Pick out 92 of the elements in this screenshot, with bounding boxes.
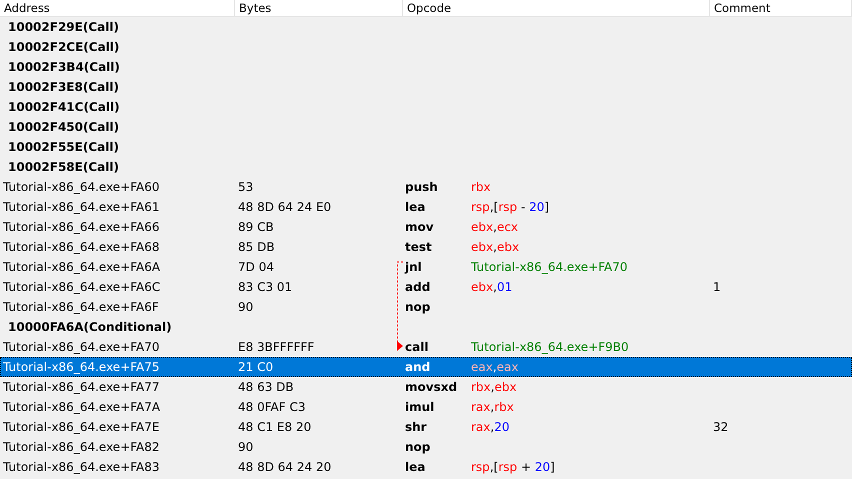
bytes-cell-text: 48 8D 64 24 20 xyxy=(237,460,332,474)
bytes-cell-text: 48 63 DB xyxy=(237,380,295,394)
listing-row[interactable]: Tutorial-x86_64.exe+FA70 E8 3BFFFFFF call Tutorial-x86_64.exe+F9B0 xyxy=(0,337,852,357)
column-header[interactable]: Address xyxy=(0,0,235,16)
bytes-cell-text: 83 C3 01 xyxy=(237,280,294,294)
reference-label: 10002F3B4(Call) xyxy=(7,60,121,74)
operands: Tutorial-x86_64.exe+FA70 xyxy=(471,260,628,274)
operands: rsp,[rsp - 20] xyxy=(471,200,550,214)
operands: ebx,ebx xyxy=(471,240,520,254)
listing-row[interactable]: Tutorial-x86_64.exe+FA60 53 push rbx xyxy=(0,177,852,197)
address-cell-text: Tutorial-x86_64.exe+FA7A xyxy=(2,400,162,414)
mnemonic: push xyxy=(405,180,439,194)
address-cell-text: Tutorial-x86_64.exe+FA68 xyxy=(2,240,161,254)
operands: ebx,01 xyxy=(471,280,512,294)
address-cell-text: Tutorial-x86_64.exe+FA60 xyxy=(2,180,161,194)
mnemonic: lea xyxy=(405,200,426,214)
mnemonic: call xyxy=(405,340,430,354)
bytes-cell-text: 53 xyxy=(237,180,254,194)
operands: Tutorial-x86_64.exe+F9B0 xyxy=(471,340,629,354)
listing-row[interactable]: Tutorial-x86_64.exe+FA6F 90 nop xyxy=(0,297,852,317)
comment-cell-text: 32 xyxy=(712,420,730,434)
reference-label: 10000FA6A(Conditional) xyxy=(7,320,173,334)
listing-row[interactable]: Tutorial-x86_64.exe+FA6A 7D 04 jnl Tutorial-x86_64.exe+FA70 xyxy=(0,257,852,277)
reference-label: 10002F58E(Call) xyxy=(7,160,120,174)
address-cell-text: Tutorial-x86_64.exe+FA77 xyxy=(2,380,161,394)
bytes-cell-text: 48 8D 64 24 E0 xyxy=(237,200,332,214)
mnemonic: jnl xyxy=(405,260,423,274)
listing-row[interactable]: Tutorial-x86_64.exe+FA61 48 8D 64 24 E0 lea rsp,[rsp - 20] xyxy=(0,197,852,217)
listing-row[interactable]: Tutorial-x86_64.exe+FA83 48 8D 64 24 20 lea rsp,[rsp + 20] xyxy=(0,457,852,477)
listing-row[interactable]: 10002F29E(Call) xyxy=(0,17,852,37)
mnemonic: and xyxy=(405,360,432,374)
column-header[interactable]: Opcode xyxy=(403,0,710,16)
address-cell-text: Tutorial-x86_64.exe+FA61 xyxy=(2,200,161,214)
listing-row[interactable]: 10002F450(Call) xyxy=(0,117,852,137)
address-cell-text: Tutorial-x86_64.exe+FA70 xyxy=(2,340,161,354)
bytes-cell-text: E8 3BFFFFFF xyxy=(237,340,316,354)
listing-row[interactable]: Tutorial-x86_64.exe+FA7A 48 0FAF C3 imul rax,rbx xyxy=(0,397,852,417)
operands: rbx,ebx xyxy=(471,380,517,394)
comment-cell-text: 1 xyxy=(712,280,722,294)
address-cell-text: Tutorial-x86_64.exe+FA83 xyxy=(2,460,161,474)
listing-row[interactable]: 10002F55E(Call) xyxy=(0,137,852,157)
bytes-cell-text: 89 CB xyxy=(237,220,275,234)
operands: ebx,ecx xyxy=(471,220,518,234)
listing-row[interactable]: Tutorial-x86_64.exe+FA68 85 DB test ebx,ebx xyxy=(0,237,852,257)
reference-label: 10002F41C(Call) xyxy=(7,100,121,114)
address-cell-text: Tutorial-x86_64.exe+FA6A xyxy=(2,260,162,274)
reference-label: 10002F55E(Call) xyxy=(7,140,120,154)
address-cell-text: Tutorial-x86_64.exe+FA6C xyxy=(2,280,162,294)
bytes-cell-text: 85 DB xyxy=(237,240,276,254)
mnemonic: imul xyxy=(405,400,436,414)
listing-row[interactable]: 10002F41C(Call) xyxy=(0,97,852,117)
listing-row[interactable]: Tutorial-x86_64.exe+FA7E 48 C1 E8 20 shr rax,20 32 xyxy=(0,417,852,437)
mnemonic: test xyxy=(405,240,433,254)
column-header[interactable]: Comment xyxy=(710,0,852,16)
column-header[interactable]: Bytes xyxy=(235,0,403,16)
reference-label: 10002F29E(Call) xyxy=(7,20,120,34)
bytes-cell-text: 48 C1 E8 20 xyxy=(237,420,312,434)
reference-label: 10002F3E8(Call) xyxy=(7,80,120,94)
bytes-cell-text: 21 C0 xyxy=(237,360,274,374)
mnemonic: shr xyxy=(405,420,428,434)
reference-label: 10002F450(Call) xyxy=(7,120,120,134)
mnemonic: mov xyxy=(405,220,435,234)
listing-row[interactable]: 10000FA6A(Conditional) xyxy=(0,317,852,337)
mnemonic: add xyxy=(405,280,432,294)
listing-row[interactable]: 10002F58E(Call) xyxy=(0,157,852,177)
selected-row[interactable]: Tutorial-x86_64.exe+FA75 21 C0 and eax,eax xyxy=(0,357,852,377)
mnemonic: nop xyxy=(405,300,432,314)
listing-row[interactable]: Tutorial-x86_64.exe+FA66 89 CB mov ebx,ecx xyxy=(0,217,852,237)
bytes-cell-text: 90 xyxy=(237,440,254,454)
mnemonic: movsxd xyxy=(405,380,458,394)
operands: rsp,[rsp + 20] xyxy=(471,460,555,474)
reference-label: 10002F2CE(Call) xyxy=(7,40,120,54)
listing-row[interactable]: Tutorial-x86_64.exe+FA6C 83 C3 01 add ebx,01 1 xyxy=(0,277,852,297)
address-cell-text: Tutorial-x86_64.exe+FA66 xyxy=(2,220,161,234)
operands: eax,eax xyxy=(471,360,519,374)
bytes-cell-text: 48 0FAF C3 xyxy=(237,400,306,414)
mnemonic: nop xyxy=(405,440,432,454)
address-cell-text: Tutorial-x86_64.exe+FA75 xyxy=(2,360,161,374)
listing-row[interactable]: 10002F2CE(Call) xyxy=(0,37,852,57)
bytes-cell-text: 7D 04 xyxy=(237,260,275,274)
listing-row[interactable]: 10002F3E8(Call) xyxy=(0,77,852,97)
mnemonic: lea xyxy=(405,460,426,474)
listing-row[interactable]: Tutorial-x86_64.exe+FA77 48 63 DB movsxd rbx,ebx xyxy=(0,377,852,397)
operands: rbx xyxy=(471,180,491,194)
listing-row[interactable]: Tutorial-x86_64.exe+FA82 90 nop xyxy=(0,437,852,457)
address-cell-text: Tutorial-x86_64.exe+FA6F xyxy=(2,300,160,314)
operands: rax,rbx xyxy=(471,400,514,414)
listing-row[interactable]: 10002F3B4(Call) xyxy=(0,57,852,77)
address-cell-text: Tutorial-x86_64.exe+FA82 xyxy=(2,440,161,454)
address-cell-text: Tutorial-x86_64.exe+FA7E xyxy=(2,420,160,434)
bytes-cell-text: 90 xyxy=(237,300,254,314)
operands: rax,20 xyxy=(471,420,510,434)
